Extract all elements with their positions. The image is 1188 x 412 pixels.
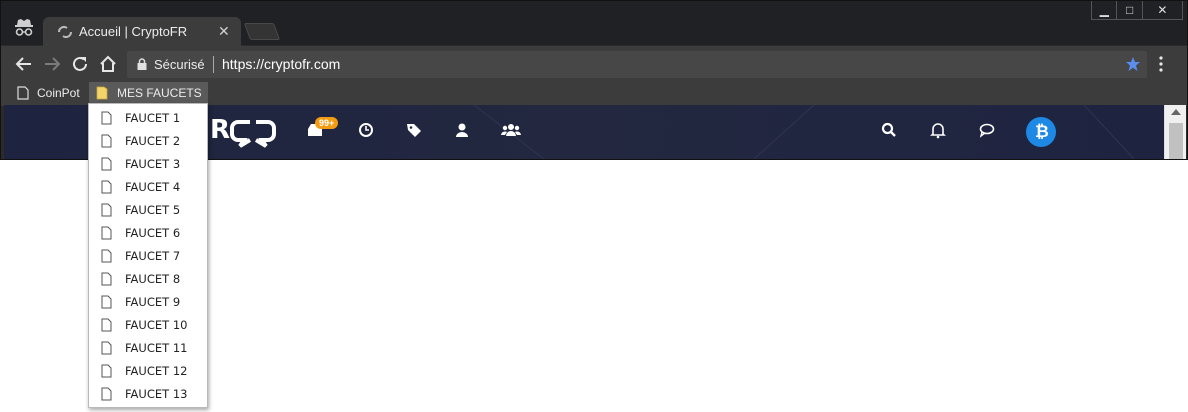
menu-item-faucet-4[interactable]: FAUCET 4 xyxy=(89,176,207,199)
menu-item-faucet-2[interactable]: FAUCET 2 xyxy=(89,130,207,153)
user-icon[interactable] xyxy=(453,121,471,139)
incognito-icon xyxy=(15,19,33,36)
menu-item-label: FAUCET 5 xyxy=(125,203,181,217)
menu-item-faucet-13[interactable]: FAUCET 13 xyxy=(89,383,207,406)
page-icon xyxy=(101,295,112,309)
cryptofr-logo-icon[interactable] xyxy=(230,118,276,148)
back-arrow-icon[interactable] xyxy=(15,55,33,73)
browser-toolbar: Sécurisé https://cryptofr.com xyxy=(1,46,1187,82)
folder-icon xyxy=(96,86,108,100)
title-bar: Accueil | CryptoFR ✕ ▁ □ ✕ xyxy=(1,1,1187,46)
menu-item-faucet-8[interactable]: FAUCET 8 xyxy=(89,268,207,291)
page-icon xyxy=(101,364,112,378)
page-icon xyxy=(101,387,112,401)
menu-item-label: FAUCET 7 xyxy=(125,249,181,263)
browser-menu-icon[interactable] xyxy=(1159,56,1163,72)
bitcoin-glyph: ₿ xyxy=(1035,122,1049,141)
menu-item-label: FAUCET 10 xyxy=(125,318,188,332)
clock-icon[interactable] xyxy=(357,121,375,139)
menu-item-faucet-6[interactable]: FAUCET 6 xyxy=(89,222,207,245)
tab-close-icon[interactable]: ✕ xyxy=(218,23,230,39)
page-icon xyxy=(101,341,112,355)
scroll-up-arrow-icon[interactable] xyxy=(1171,109,1181,115)
search-icon[interactable] xyxy=(880,121,898,139)
cryptofr-logo-icon xyxy=(58,26,72,38)
page-icon xyxy=(101,134,112,148)
menu-item-faucet-7[interactable]: FAUCET 7 xyxy=(89,245,207,268)
separator xyxy=(213,56,214,73)
lock-icon xyxy=(137,58,147,70)
bookmark-folder-menu: FAUCET 1 FAUCET 2 FAUCET 3 FAUCET 4 FAUC… xyxy=(88,103,208,408)
notification-badge: 99+ xyxy=(315,117,339,129)
page-icon xyxy=(101,180,112,194)
bookmark-coinpot[interactable]: CoinPot xyxy=(17,82,80,104)
page-icon xyxy=(101,157,112,171)
menu-item-faucet-11[interactable]: FAUCET 11 xyxy=(89,337,207,360)
page-icon xyxy=(101,272,112,286)
menu-item-faucet-9[interactable]: FAUCET 9 xyxy=(89,291,207,314)
scrollbar-thumb[interactable] xyxy=(1169,123,1183,159)
bookmark-label: MES FAUCETS xyxy=(117,86,202,100)
tab-title: Accueil | CryptoFR xyxy=(79,24,188,39)
menu-item-label: FAUCET 8 xyxy=(125,272,181,286)
home-icon[interactable] xyxy=(99,55,117,73)
page-icon xyxy=(101,111,112,125)
new-tab-button[interactable] xyxy=(243,23,281,40)
menu-item-label: FAUCET 6 xyxy=(125,226,181,240)
minimize-button[interactable]: ▁ xyxy=(1092,1,1118,19)
bell-icon[interactable] xyxy=(929,121,947,139)
menu-item-label: FAUCET 1 xyxy=(125,111,181,125)
security-label: Sécurisé xyxy=(154,57,205,72)
forward-arrow-icon[interactable] xyxy=(43,55,61,73)
menu-item-faucet-3[interactable]: FAUCET 3 xyxy=(89,153,207,176)
url-text[interactable]: https://cryptofr.com xyxy=(222,56,340,72)
chat-icon[interactable] xyxy=(978,121,996,139)
menu-item-faucet-10[interactable]: FAUCET 10 xyxy=(89,314,207,337)
menu-item-label: FAUCET 13 xyxy=(125,387,188,401)
page-icon xyxy=(101,226,112,240)
menu-item-label: FAUCET 2 xyxy=(125,134,181,148)
vertical-scrollbar[interactable] xyxy=(1164,105,1186,159)
bitcoin-icon[interactable]: ₿ xyxy=(1026,117,1056,147)
menu-item-label: FAUCET 4 xyxy=(125,180,181,194)
address-bar[interactable]: Sécurisé https://cryptofr.com xyxy=(127,51,1147,78)
menu-item-faucet-5[interactable]: FAUCET 5 xyxy=(89,199,207,222)
bookmark-folder-mes-faucets[interactable]: MES FAUCETS xyxy=(89,82,208,104)
page-icon xyxy=(101,249,112,263)
menu-item-label: FAUCET 11 xyxy=(125,341,188,355)
menu-item-faucet-12[interactable]: FAUCET 12 xyxy=(89,360,207,383)
close-window-button[interactable]: ✕ xyxy=(1143,1,1182,19)
site-logo-text[interactable]: R xyxy=(210,115,230,145)
menu-item-label: FAUCET 9 xyxy=(125,295,181,309)
tab-cryptofr[interactable]: Accueil | CryptoFR ✕ xyxy=(43,17,241,46)
users-icon[interactable] xyxy=(501,121,521,139)
reload-icon[interactable] xyxy=(71,55,89,73)
menu-item-label: FAUCET 3 xyxy=(125,157,181,171)
page-icon xyxy=(17,86,29,100)
menu-item-faucet-1[interactable]: FAUCET 1 xyxy=(89,107,207,130)
maximize-button[interactable]: □ xyxy=(1117,1,1143,19)
tags-icon[interactable] xyxy=(405,121,423,139)
page-icon xyxy=(101,203,112,217)
window-controls: ▁ □ ✕ xyxy=(1091,1,1183,20)
page-icon xyxy=(101,318,112,332)
bookmark-label: CoinPot xyxy=(37,86,80,100)
bookmark-star-icon[interactable] xyxy=(1125,56,1141,72)
menu-item-label: FAUCET 12 xyxy=(125,364,188,378)
